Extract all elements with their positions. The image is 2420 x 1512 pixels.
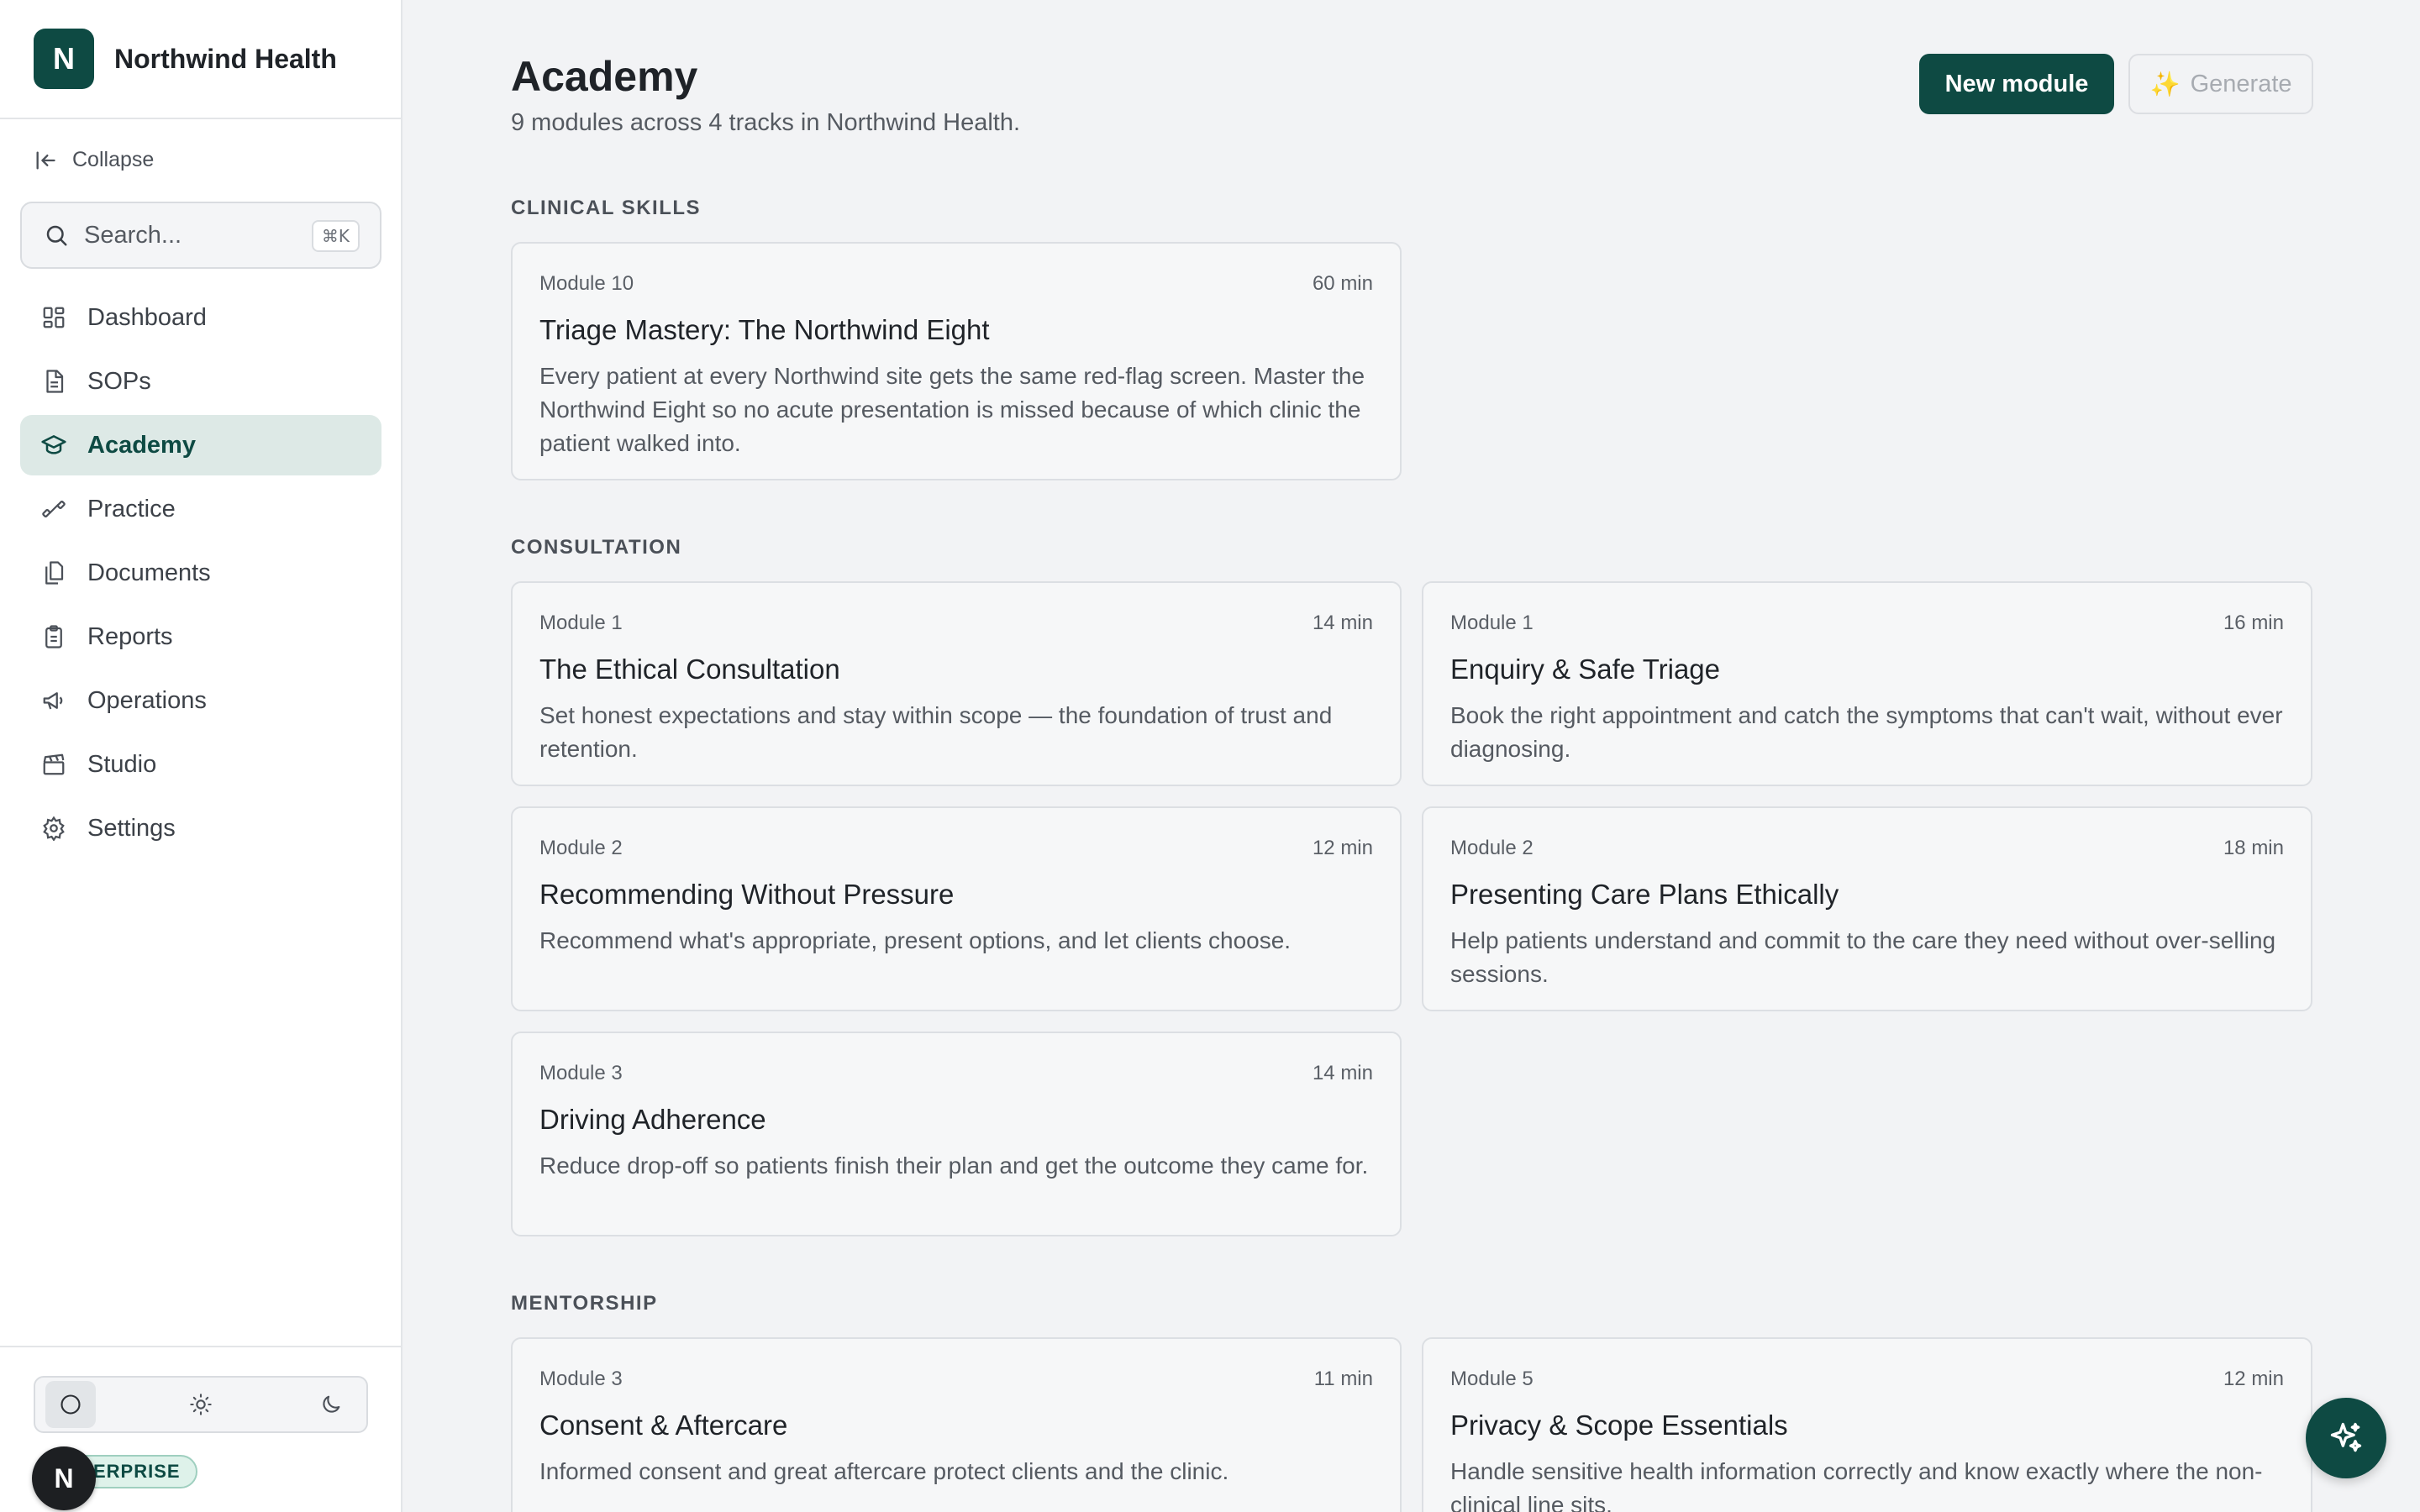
sidebar-item-label: Dashboard (87, 303, 207, 331)
module-title: Triage Mastery: The Northwind Eight (539, 314, 990, 345)
megaphone-icon (40, 687, 67, 714)
module-duration: 14 min (1312, 612, 1373, 634)
document-icon (40, 368, 67, 395)
module-duration: 12 min (1312, 837, 1373, 859)
sparkles-icon (2330, 1422, 2362, 1452)
gear-icon (40, 815, 67, 842)
module-number: Module 1 (539, 612, 623, 634)
brand-header[interactable]: N Northwind Health (0, 0, 401, 119)
sidebar-item-label: Reports (87, 622, 173, 650)
module-duration: 18 min (2223, 837, 2284, 859)
theme-system-button[interactable] (45, 1381, 96, 1428)
brand-name: Northwind Health (114, 43, 337, 74)
section-title-clinical-skills: CLINICAL SKILLS (511, 197, 702, 219)
theme-switcher (34, 1376, 368, 1433)
graduation-cap-icon (40, 432, 67, 459)
sidebar-item-reports[interactable]: Reports (20, 606, 381, 667)
sidebar-nav: Dashboard SOPs Academy Practice Document… (20, 287, 381, 862)
circle-icon (60, 1394, 81, 1415)
sparkle-icon: ✨ (2149, 69, 2181, 98)
collapse-label: Collapse (72, 148, 155, 171)
search-shortcut: ⌘K (311, 220, 360, 252)
module-description: Reduce drop-off so patients finish their… (539, 1152, 1369, 1179)
module-description: Informed consent and great aftercare pro… (539, 1458, 1229, 1484)
module-title: Recommending Without Pressure (539, 879, 955, 910)
module-duration: 11 min (1313, 1368, 1373, 1390)
module-title: Driving Adherence (539, 1104, 766, 1135)
collapse-button[interactable]: Collapse (34, 148, 154, 172)
sidebar-item-dashboard[interactable]: Dashboard (20, 287, 381, 348)
theme-dark-button[interactable] (306, 1381, 356, 1428)
module-number: Module 3 (539, 1062, 623, 1084)
clapperboard-icon (40, 751, 67, 778)
new-module-button[interactable]: New module (1919, 54, 2114, 114)
module-title: The Ethical Consultation (539, 654, 840, 685)
module-title: Presenting Care Plans Ethically (1450, 879, 1839, 910)
module-number: Module 3 (539, 1368, 623, 1390)
clipboard-icon (40, 623, 67, 650)
module-card[interactable]: Module 2 18 min Presenting Care Plans Eth… (1422, 806, 2312, 1011)
module-description: Book the right appointment and catch the… (1450, 702, 2283, 762)
moon-icon (323, 1395, 340, 1413)
module-description: Every patient at every Northwind site ge… (539, 363, 1365, 456)
page-title: Academy (511, 53, 698, 100)
module-duration: 16 min (2223, 612, 2284, 634)
module-description: Help patients understand and commit to t… (1450, 927, 2276, 987)
module-description: Handle sensitive health information corr… (1450, 1458, 2263, 1512)
search-input[interactable] (84, 221, 302, 249)
module-number: Module 2 (1450, 837, 1534, 859)
module-title: Privacy & Scope Essentials (1450, 1410, 1788, 1441)
search-icon (46, 225, 67, 246)
module-number: Module 10 (539, 272, 634, 295)
theme-light-button[interactable] (176, 1381, 226, 1428)
module-card[interactable]: Module 1 14 min The Ethical Consultation … (511, 581, 1402, 786)
module-duration: 60 min (1312, 272, 1373, 295)
module-card[interactable]: Module 1 16 min Enquiry & Safe Triage Boo… (1422, 581, 2312, 786)
section-title-mentorship: MENTORSHIP (511, 1292, 658, 1315)
sidebar-footer: ENTERPRISE N (0, 1346, 401, 1512)
sidebar-item-label: Practice (87, 495, 176, 522)
sidebar-item-label: Settings (87, 814, 176, 842)
section-title-consultation: CONSULTATION (511, 536, 682, 559)
sidebar: N Northwind Health Collapse ⌘K Dashboard… (0, 0, 402, 1512)
generate-button[interactable]: ✨ Generate (2128, 54, 2313, 114)
module-card[interactable]: Module 3 14 min Driving Adherence Reduce … (511, 1032, 1402, 1236)
ai-assistant-button[interactable] (2306, 1398, 2386, 1478)
module-title: Enquiry & Safe Triage (1450, 654, 1721, 685)
module-card[interactable]: Module 10 60 min Triage Mastery: The Nort… (511, 242, 1402, 480)
module-description: Set honest expectations and stay within … (539, 702, 1333, 762)
module-card[interactable]: Module 5 12 min Privacy & Scope Essential… (1422, 1337, 2312, 1512)
sidebar-item-documents[interactable]: Documents (20, 543, 381, 603)
search-box[interactable]: ⌘K (20, 202, 381, 269)
sidebar-item-label: SOPs (87, 367, 151, 395)
sidebar-item-settings[interactable]: Settings (20, 798, 381, 858)
sidebar-item-label: Academy (87, 431, 196, 459)
sidebar-item-label: Operations (87, 686, 207, 714)
module-duration: 12 min (2223, 1368, 2284, 1390)
sidebar-item-academy[interactable]: Academy (20, 415, 381, 475)
module-number: Module 2 (539, 837, 623, 859)
sidebar-item-label: Studio (87, 750, 157, 778)
sun-icon (190, 1394, 212, 1415)
module-number: Module 1 (1450, 612, 1534, 634)
sidebar-item-studio[interactable]: Studio (20, 734, 381, 795)
module-card[interactable]: Module 2 12 min Recommending Without Pres… (511, 806, 1402, 1011)
dashboard-icon (40, 304, 67, 331)
generate-label: Generate (2190, 70, 2292, 97)
sidebar-item-sops[interactable]: SOPs (20, 351, 381, 412)
sidebar-item-operations[interactable]: Operations (20, 670, 381, 731)
collapse-icon (36, 151, 55, 169)
module-card[interactable]: Module 3 11 min Consent & Aftercare Infor… (511, 1337, 1402, 1512)
module-duration: 14 min (1312, 1062, 1373, 1084)
dumbbell-icon (40, 496, 67, 522)
brand-logo: N (34, 29, 94, 89)
module-description: Recommend what's appropriate, present op… (539, 927, 1292, 953)
module-number: Module 5 (1450, 1368, 1534, 1390)
module-title: Consent & Aftercare (539, 1410, 788, 1441)
page-subtitle: 9 modules across 4 tracks in Northwind H… (511, 109, 1021, 136)
sidebar-item-label: Documents (87, 559, 211, 586)
files-icon (40, 559, 67, 586)
sidebar-item-practice[interactable]: Practice (20, 479, 381, 539)
user-avatar[interactable]: N (32, 1446, 96, 1510)
